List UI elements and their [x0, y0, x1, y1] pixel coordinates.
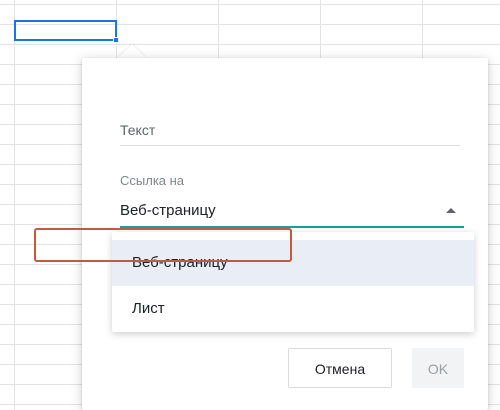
dialog-caret [118, 44, 146, 58]
link-to-label: Ссылка на [120, 173, 185, 188]
cancel-button[interactable]: Отмена [288, 348, 392, 388]
text-field[interactable] [120, 145, 460, 146]
chevron-up-icon [446, 208, 456, 213]
link-type-dropdown: Веб-страницу Лист [112, 232, 474, 332]
insert-link-dialog: Текст Ссылка на Веб-страницу Веб-страниц… [82, 58, 488, 410]
fill-handle[interactable] [113, 37, 119, 43]
ok-button[interactable]: OK [412, 348, 464, 388]
selected-cell[interactable] [14, 20, 117, 41]
link-type-select[interactable]: Веб-страницу [120, 196, 464, 228]
option-web-page[interactable]: Веб-страницу [112, 240, 474, 286]
option-sheet[interactable]: Лист [112, 286, 474, 332]
link-type-selected-value: Веб-страницу [120, 202, 216, 219]
text-field-label: Текст [120, 122, 156, 138]
